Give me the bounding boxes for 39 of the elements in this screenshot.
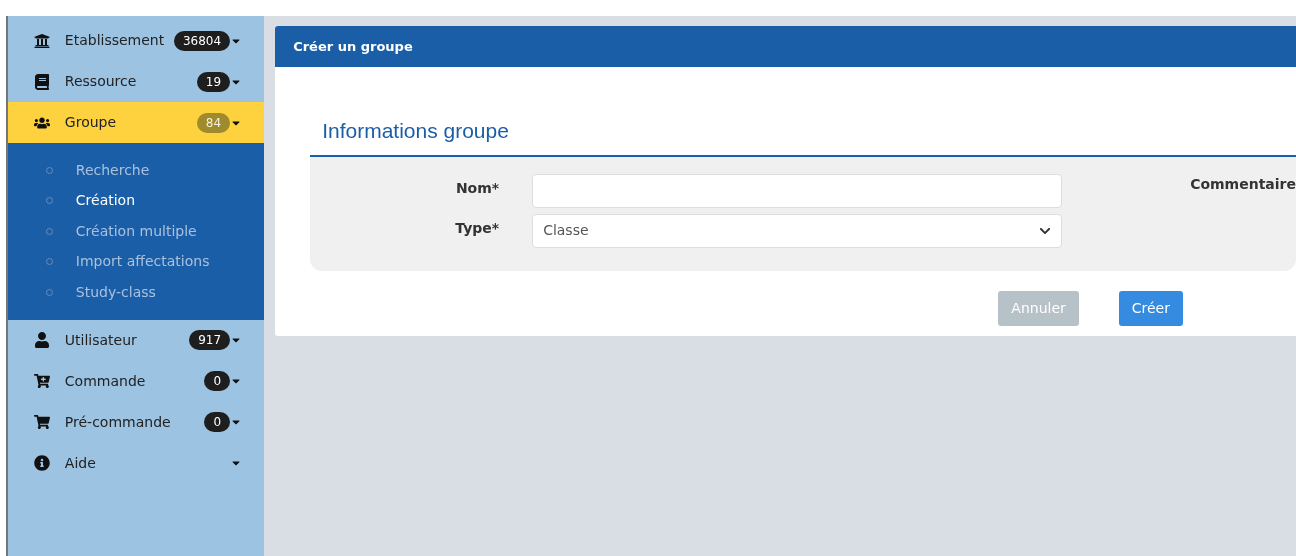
book-icon: [33, 73, 50, 90]
cart-plus-icon: [33, 373, 50, 389]
info-icon: [33, 455, 50, 471]
submenu-item[interactable]: Import affectations: [7, 246, 265, 277]
sidebar-item[interactable]: Pré-commande 0: [7, 401, 265, 443]
count-badge: 0: [204, 371, 231, 391]
submenu-item[interactable]: Study-class: [7, 277, 265, 308]
submenu-item[interactable]: Création multiple: [7, 216, 265, 247]
submenu-item[interactable]: Création: [7, 185, 265, 216]
user-icon: [33, 332, 50, 348]
sidebar-label: Commande: [64, 371, 146, 391]
section-title: Informations groupe: [322, 119, 509, 142]
card-title: Créer un groupe: [293, 37, 413, 56]
create-button[interactable]: Créer: [1118, 290, 1183, 326]
sidebar-label: Etablissement: [64, 31, 165, 50]
sidebar-item[interactable]: Ressource 19: [7, 61, 265, 102]
sidebar-label: Utilisateur: [64, 330, 137, 350]
submenu-item[interactable]: Recherche: [7, 155, 265, 186]
sidebar-label: Aide: [64, 453, 96, 473]
field-label: Nom*: [454, 178, 500, 198]
name-field[interactable]: [532, 173, 1063, 208]
count-badge: 19: [196, 71, 231, 92]
count-badge: 84: [196, 112, 231, 133]
type-select[interactable]: Classe: [532, 213, 1063, 248]
sidebar-item[interactable]: Utilisateur 917: [7, 319, 265, 361]
count-badge: 917: [189, 330, 231, 350]
sidebar-item[interactable]: Etablissement 36804: [7, 20, 265, 61]
count-badge: 36804: [173, 30, 231, 51]
sidebar-label: Pré-commande: [64, 412, 171, 432]
cart-icon: [33, 414, 50, 430]
sidebar-item[interactable]: Aide: [7, 442, 265, 484]
sidebar-label: Ressource: [64, 72, 137, 91]
sidebar-label: Groupe: [64, 113, 117, 132]
sidebar-item[interactable]: Groupe 84: [7, 102, 265, 143]
count-badge: 0: [204, 412, 231, 432]
bank-icon: [33, 32, 50, 49]
field-label: Commentaire: [1190, 174, 1296, 194]
sidebar-item[interactable]: Commande 0: [7, 360, 265, 402]
field-label: Type*: [454, 218, 500, 238]
